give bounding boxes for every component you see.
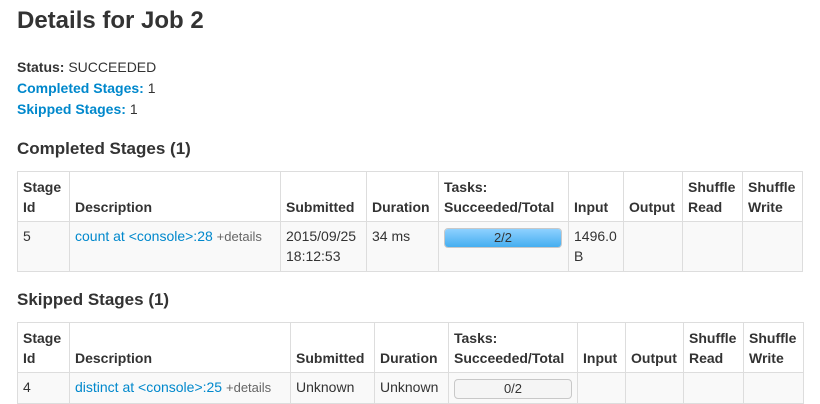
page-title: Details for Job 2 (17, 7, 204, 34)
job-summary: Status: SUCCEEDED Completed Stages: 1 Sk… (17, 57, 820, 120)
tasks-progress-label: 2/2 (493, 230, 513, 245)
col-duration[interactable]: Duration (374, 322, 449, 373)
tasks-progress-bar: 0/2 (454, 379, 572, 399)
skipped-stages-table: Stage Id Description Submitted Duration … (17, 322, 804, 404)
table-header-row: Stage Id Description Submitted Duration … (17, 322, 804, 373)
col-description[interactable]: Description (69, 171, 281, 222)
col-output[interactable]: Output (625, 322, 684, 373)
cell-description: count at <console>:28 +details (69, 221, 281, 272)
skipped-stages-heading: Skipped Stages (1) (17, 290, 170, 309)
completed-stages-heading: Completed Stages (1) (17, 139, 191, 158)
cell-shuffle-write (743, 372, 804, 404)
cell-stage-id: 5 (17, 221, 70, 272)
tasks-progress-label: 0/2 (503, 381, 523, 396)
col-shuffle-read[interactable]: Shuffle Read (682, 171, 743, 222)
status-line: Status: SUCCEEDED (17, 57, 820, 78)
stage-description-link[interactable]: distinct at <console>:25 (75, 379, 222, 395)
col-input[interactable]: Input (568, 171, 624, 222)
cell-submitted: 2015/09/25 18:12:53 (280, 221, 367, 272)
cell-shuffle-read (682, 221, 743, 272)
details-toggle[interactable]: +details (217, 229, 262, 244)
col-shuffle-read[interactable]: Shuffle Read (683, 322, 744, 373)
stage-description-link[interactable]: count at <console>:28 (75, 228, 213, 244)
table-header-row: Stage Id Description Submitted Duration … (17, 171, 803, 222)
col-shuffle-write[interactable]: Shuffle Write (742, 171, 803, 222)
col-tasks[interactable]: Tasks: Succeeded/Total (448, 322, 578, 373)
cell-stage-id: 4 (17, 372, 70, 404)
col-description[interactable]: Description (69, 322, 291, 373)
status-value: SUCCEEDED (68, 59, 157, 75)
cell-input: 1496.0 B (568, 221, 624, 272)
cell-shuffle-read (683, 372, 744, 404)
completed-stages-line: Completed Stages: 1 (17, 78, 820, 99)
col-stage-id[interactable]: Stage Id (17, 171, 70, 222)
skipped-stages-link[interactable]: Skipped Stages: (17, 101, 126, 117)
col-output[interactable]: Output (623, 171, 683, 222)
cell-duration: 34 ms (366, 221, 439, 272)
skipped-stages-line: Skipped Stages: 1 (17, 99, 820, 120)
completed-stages-link[interactable]: Completed Stages: (17, 80, 144, 96)
skipped-stages-count: 1 (129, 101, 138, 117)
cell-input (577, 372, 626, 404)
col-tasks[interactable]: Tasks: Succeeded/Total (438, 171, 569, 222)
cell-shuffle-write (742, 221, 803, 272)
cell-tasks: 0/2 (448, 372, 578, 404)
cell-duration: Unknown (374, 372, 449, 404)
completed-stages-count: 1 (147, 80, 156, 96)
col-duration[interactable]: Duration (366, 171, 439, 222)
table-row: 5 count at <console>:28 +details 2015/09… (17, 221, 803, 272)
completed-stages-table: Stage Id Description Submitted Duration … (17, 171, 803, 272)
cell-description: distinct at <console>:25 +details (69, 372, 291, 404)
col-submitted[interactable]: Submitted (290, 322, 375, 373)
col-shuffle-write[interactable]: Shuffle Write (743, 322, 804, 373)
cell-tasks: 2/2 (438, 221, 569, 272)
col-input[interactable]: Input (577, 322, 626, 373)
cell-output (625, 372, 684, 404)
table-row: 4 distinct at <console>:25 +details Unkn… (17, 372, 804, 404)
col-stage-id[interactable]: Stage Id (17, 322, 70, 373)
col-submitted[interactable]: Submitted (280, 171, 367, 222)
details-toggle[interactable]: +details (226, 380, 271, 395)
job-details-page: Details for Job 2 Status: SUCCEEDED Comp… (0, 0, 820, 404)
cell-submitted: Unknown (290, 372, 375, 404)
cell-output (623, 221, 683, 272)
tasks-progress-bar: 2/2 (444, 228, 562, 248)
status-label: Status: (17, 59, 65, 75)
